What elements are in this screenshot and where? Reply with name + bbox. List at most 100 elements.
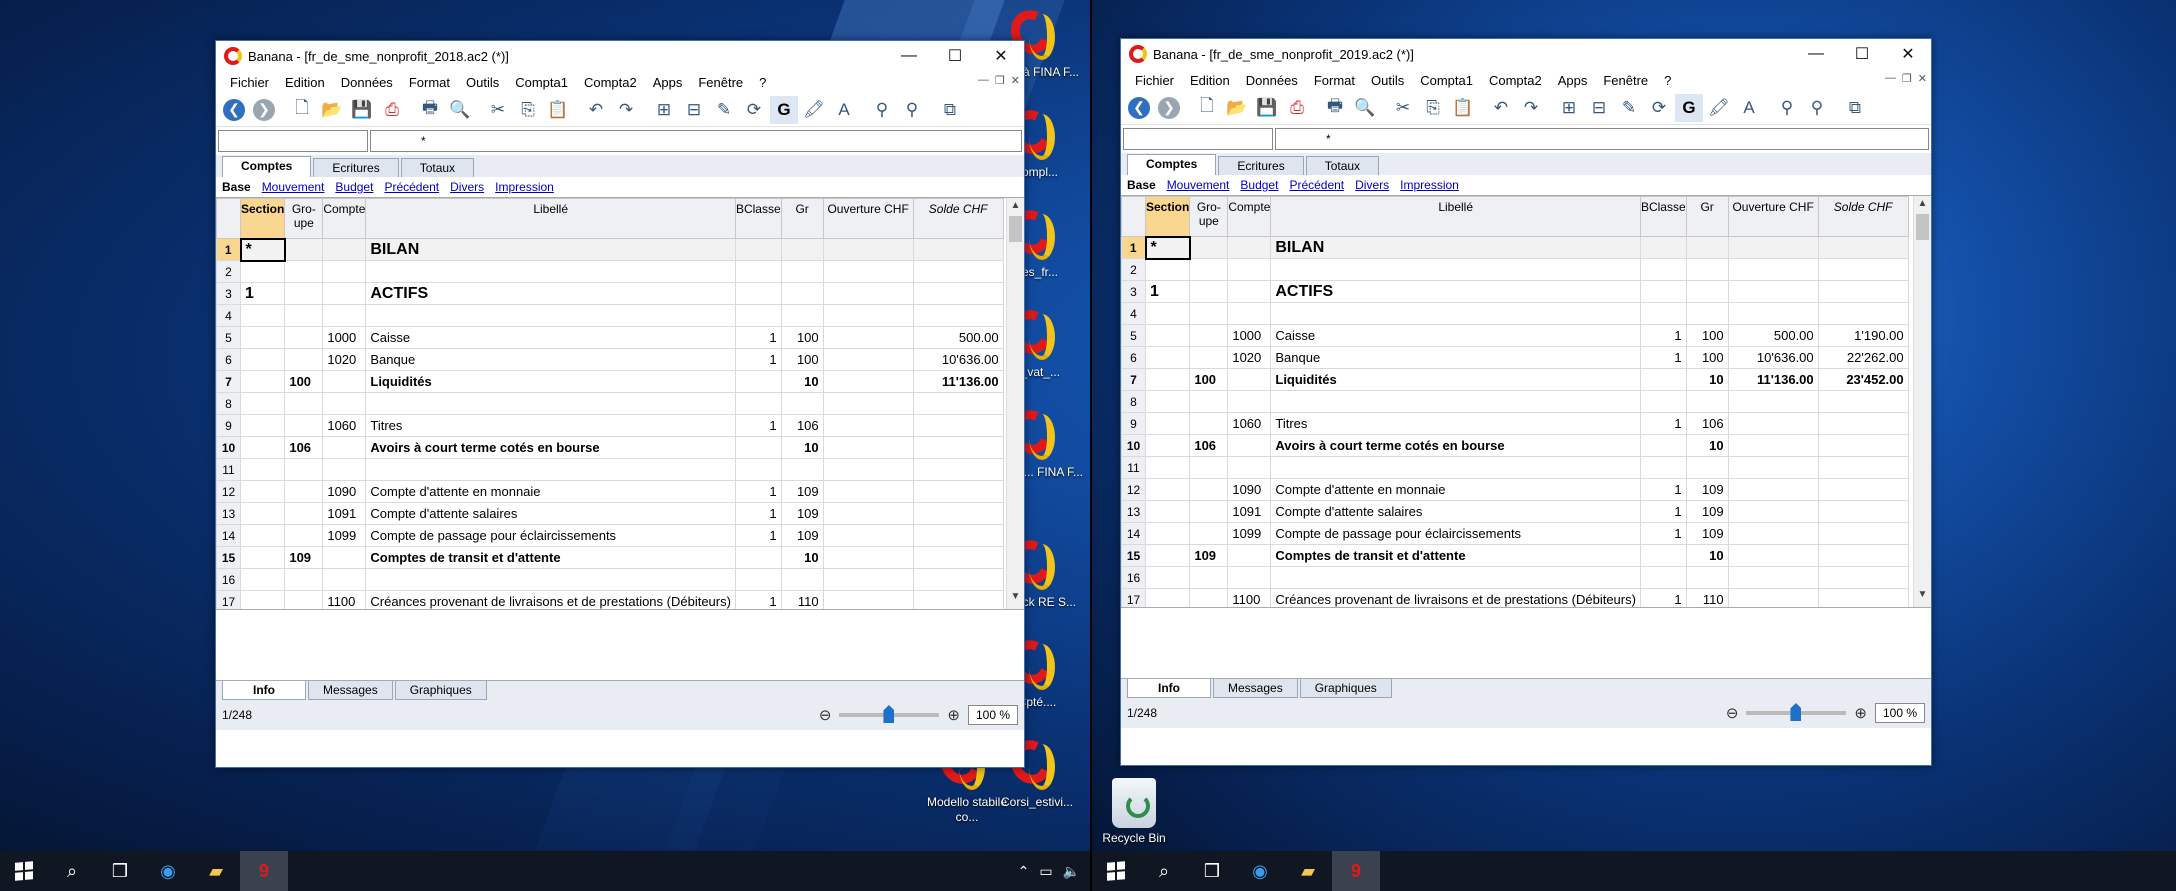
row-number[interactable]: 6 <box>216 348 241 371</box>
column-header[interactable]: Solde CHF <box>1817 196 1909 237</box>
row-number[interactable]: 13 <box>1121 500 1146 523</box>
view-link[interactable]: Précédent <box>384 180 439 194</box>
table-row[interactable]: 15 109 Comptes de transit et d'attente 10 <box>216 546 1004 569</box>
cell-section[interactable] <box>239 260 286 283</box>
cell-solde[interactable] <box>912 304 1004 327</box>
table-row[interactable]: 15 109 Comptes de transit et d'attente 10 <box>1121 544 1909 567</box>
menu-item[interactable]: Fichier <box>222 75 277 90</box>
cell-solde[interactable]: 22'262.00 <box>1817 346 1909 369</box>
cell-bclasse[interactable] <box>1639 280 1687 303</box>
cell-ouv[interactable] <box>1727 478 1819 501</box>
recycle-bin-icon[interactable]: Recycle Bin <box>1092 778 1186 846</box>
cell-ouv[interactable] <box>822 414 914 437</box>
cell-gr[interactable]: 10 <box>780 436 824 459</box>
bottom-tab-info[interactable]: Info <box>222 681 306 700</box>
cell-ouv[interactable] <box>1727 390 1819 413</box>
cell-compte[interactable]: 1100 <box>1227 588 1272 607</box>
cell-bclasse[interactable] <box>734 546 782 569</box>
cell-compte[interactable]: 1000 <box>1227 324 1272 347</box>
table-row[interactable]: 14 1099 Compte de passage pour éclaircisse… <box>1121 522 1909 545</box>
cell-compte[interactable]: 1060 <box>1227 412 1272 435</box>
edge-icon[interactable]: ◉ <box>144 851 192 891</box>
table-row[interactable]: 10 106 Avoirs à court terme cotés en bours… <box>216 436 1004 459</box>
cell-gr[interactable] <box>780 458 824 481</box>
cell-solde[interactable] <box>1817 566 1909 589</box>
cell-section[interactable]: * <box>1144 235 1191 260</box>
cell-gr[interactable]: 109 <box>780 502 824 525</box>
cell-section[interactable] <box>1144 324 1191 347</box>
menu-item[interactable]: Outils <box>458 75 507 90</box>
cell-section[interactable] <box>1144 412 1191 435</box>
cell-solde[interactable] <box>1817 434 1909 457</box>
cell-compte[interactable] <box>1227 368 1272 391</box>
maximize-icon[interactable]: ☐ <box>932 41 978 71</box>
tab-ecritures[interactable]: Ecritures <box>313 158 399 177</box>
paste-icon[interactable]: 📋 <box>1449 94 1477 122</box>
row-number[interactable]: 10 <box>216 436 241 459</box>
undo-icon[interactable]: ↶ <box>582 96 610 124</box>
text-color-icon[interactable]: A <box>830 96 858 124</box>
cell-libelle[interactable] <box>365 568 736 591</box>
cell-solde[interactable] <box>912 480 1004 503</box>
cell-compte[interactable] <box>322 436 367 459</box>
scroll-thumb[interactable] <box>1009 216 1022 242</box>
window-icon[interactable]: ⧉ <box>936 96 964 124</box>
cell-gr[interactable] <box>1685 258 1729 281</box>
cell-groupe[interactable] <box>1189 346 1229 369</box>
table-row[interactable]: 12 1090 Compte d'attente en monnaie 1 109 <box>1121 478 1909 501</box>
row-number[interactable]: 1 <box>216 238 241 261</box>
cell-libelle[interactable] <box>365 458 736 481</box>
cell-solde[interactable] <box>1817 456 1909 479</box>
table-row[interactable]: 4 <box>216 304 1004 327</box>
cell-bclasse[interactable]: 1 <box>734 502 782 525</box>
view-link[interactable]: Impression <box>495 180 554 194</box>
cell-ouv[interactable] <box>1727 280 1819 303</box>
cell-section[interactable] <box>1144 478 1191 501</box>
column-header[interactable]: Libellé <box>365 198 736 239</box>
cell-compte[interactable] <box>322 458 367 481</box>
pdf-icon[interactable]: ⎙ <box>1283 94 1311 122</box>
cell-ouv[interactable] <box>1727 302 1819 325</box>
cell-groupe[interactable] <box>1189 522 1229 545</box>
highlight-icon[interactable]: 🖍 <box>1705 94 1733 122</box>
cell-ouv[interactable] <box>1727 412 1819 435</box>
cell-groupe[interactable]: 109 <box>1189 544 1229 567</box>
cell-libelle[interactable]: Compte d'attente en monnaie <box>365 480 736 503</box>
row-number[interactable]: 4 <box>1121 302 1146 325</box>
cell-solde[interactable] <box>912 546 1004 569</box>
cell-compte[interactable] <box>322 370 367 393</box>
cell-section[interactable] <box>1144 368 1191 391</box>
cell-section[interactable] <box>1144 390 1191 413</box>
menu-item[interactable]: Format <box>1306 73 1363 88</box>
cell-gr[interactable]: 100 <box>780 326 824 349</box>
cell-groupe[interactable] <box>1189 302 1229 325</box>
cell-section[interactable] <box>239 326 286 349</box>
table-row[interactable]: 4 <box>1121 302 1909 325</box>
cell-gr[interactable] <box>1685 390 1729 413</box>
row-number[interactable]: 11 <box>1121 456 1146 479</box>
back-icon[interactable]: ❮ <box>220 96 248 124</box>
table-row[interactable]: 5 1000 Caisse 1 100 500.00 <box>216 326 1004 349</box>
cell-gr[interactable]: 10 <box>1685 368 1729 391</box>
cell-ouv[interactable] <box>822 502 914 525</box>
row-number[interactable]: 16 <box>216 568 241 591</box>
row-number[interactable]: 17 <box>1121 588 1146 607</box>
cell-groupe[interactable] <box>1189 236 1229 259</box>
cell-section[interactable]: 1 <box>1144 280 1191 303</box>
cell-gr[interactable]: 106 <box>780 414 824 437</box>
cell-solde[interactable]: 11'136.00 <box>912 370 1004 393</box>
new-file-icon[interactable]: 🗋 <box>288 96 316 124</box>
cell-groupe[interactable]: 106 <box>284 436 324 459</box>
task-view-icon[interactable]: ❒ <box>1188 851 1236 891</box>
cell-solde[interactable]: 23'452.00 <box>1817 368 1909 391</box>
table-row[interactable]: 10 106 Avoirs à court terme cotés en bours… <box>1121 434 1909 457</box>
cell-libelle[interactable]: Titres <box>1270 412 1641 435</box>
cell-compte[interactable]: 1090 <box>1227 478 1272 501</box>
cell-bclasse[interactable] <box>734 304 782 327</box>
tab-comptes[interactable]: Comptes <box>1127 154 1217 175</box>
find-icon[interactable]: ⚲ <box>868 96 896 124</box>
cell-groupe[interactable] <box>1189 456 1229 479</box>
cell-compte[interactable]: 1060 <box>322 414 367 437</box>
tab-totaux[interactable]: Totaux <box>400 158 475 177</box>
scroll-down-icon[interactable]: ▼ <box>1007 591 1024 607</box>
